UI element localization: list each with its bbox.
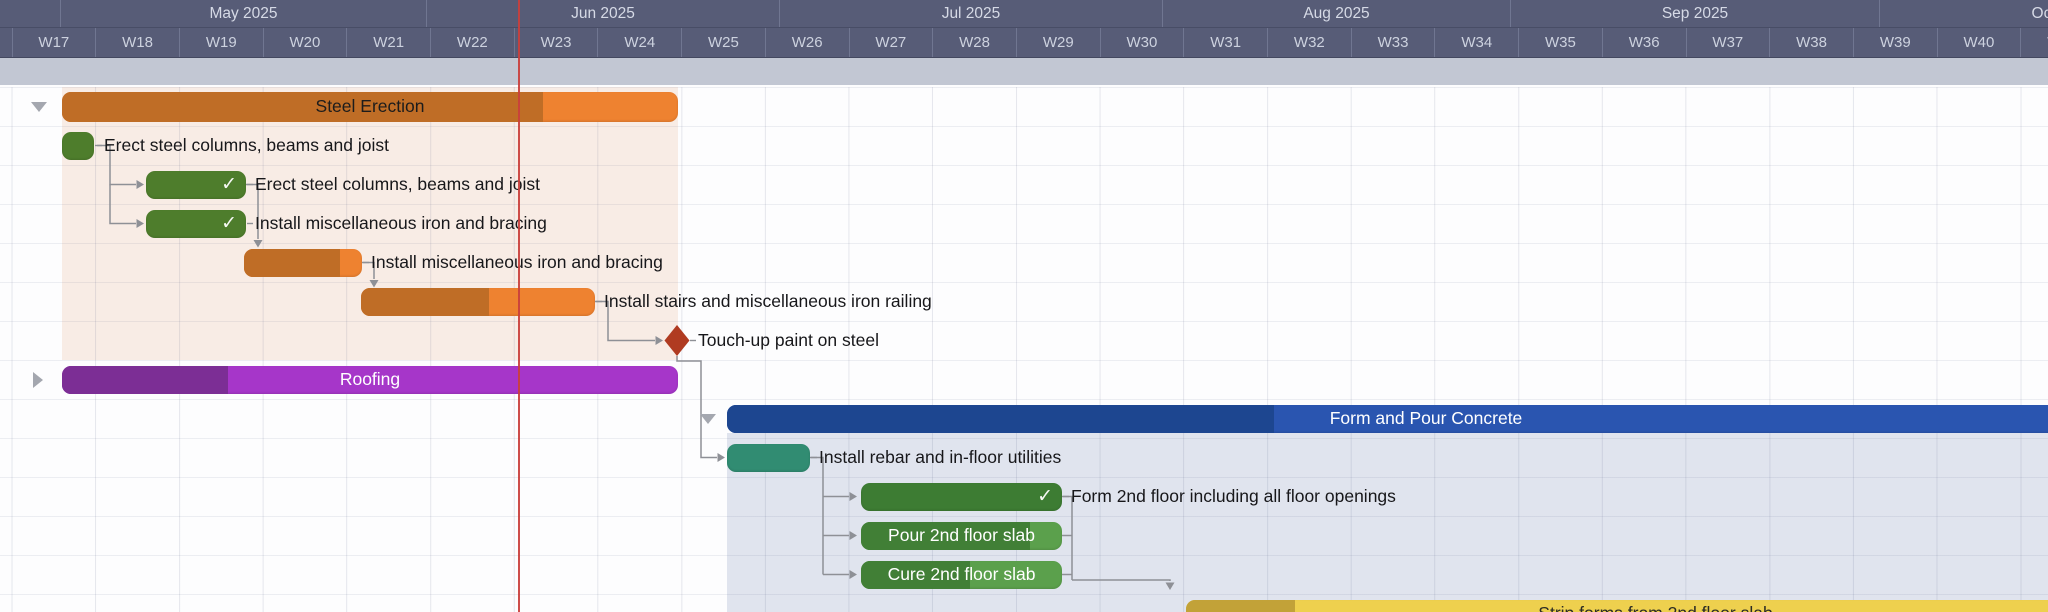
- task-bar[interactable]: Cure 2nd floor slab: [861, 561, 1062, 589]
- bar-label: Roofing: [62, 366, 678, 394]
- week-cell: W17: [12, 28, 96, 57]
- week-cell: W36: [1602, 28, 1686, 57]
- progress-fill: [244, 249, 340, 277]
- task-bar[interactable]: [244, 249, 362, 277]
- week-cell-stub: [0, 28, 12, 57]
- completed-check-icon: ✓: [221, 173, 237, 195]
- week-cell: W29: [1016, 28, 1100, 57]
- timeline-header: May 2025Jun 2025Jul 2025Aug 2025Sep 2025…: [0, 0, 2048, 57]
- task-label: Install stairs and miscellaneous iron ra…: [604, 291, 932, 312]
- group-bar[interactable]: Steel Erection: [62, 92, 678, 122]
- task-bar[interactable]: [361, 288, 595, 316]
- week-cell: W40: [1937, 28, 2021, 57]
- task-bar[interactable]: ✓: [861, 483, 1062, 511]
- week-cell: W28: [932, 28, 1016, 57]
- week-cell: W18: [95, 28, 179, 57]
- task-label: Install miscellaneous iron and bracing: [255, 213, 547, 234]
- bar-label: Strip forms from 2nd floor slab: [1186, 600, 2048, 612]
- task-label: Install miscellaneous iron and bracing: [371, 252, 663, 273]
- task-bar[interactable]: [727, 444, 810, 472]
- task-label: Install rebar and in-floor utilities: [819, 447, 1061, 468]
- week-cell: W22: [430, 28, 514, 57]
- task-bar[interactable]: Pour 2nd floor slab: [861, 522, 1062, 550]
- task-bar[interactable]: ✓: [146, 171, 246, 199]
- week-cell: W21: [346, 28, 430, 57]
- task-bar[interactable]: ✓: [146, 210, 246, 238]
- today-line: [518, 0, 520, 612]
- month-cell: [0, 0, 60, 27]
- week-cell: W19: [179, 28, 263, 57]
- week-cell: W27: [849, 28, 933, 57]
- week-cell: W33: [1351, 28, 1435, 57]
- task-label: Erect steel columns, beams and joist: [104, 135, 389, 156]
- month-cell: May 2025: [60, 0, 426, 27]
- week-cell: W20: [263, 28, 347, 57]
- bar-label: Pour 2nd floor slab: [861, 522, 1062, 550]
- week-cell: W24: [597, 28, 681, 57]
- milestone-diamond[interactable]: [665, 325, 690, 356]
- disclosure-down-icon[interactable]: [31, 102, 47, 112]
- week-cell: W23: [514, 28, 598, 57]
- week-cell: W34: [1434, 28, 1518, 57]
- month-cell: Oct 2025: [1879, 0, 2048, 27]
- week-cell: W41: [2020, 28, 2048, 57]
- task-label: Touch-up paint on steel: [698, 330, 879, 351]
- task-label: Erect steel columns, beams and joist: [255, 174, 540, 195]
- task-bar[interactable]: [62, 132, 94, 160]
- week-cell: W38: [1769, 28, 1853, 57]
- week-cell: W37: [1686, 28, 1770, 57]
- group-bar[interactable]: Roofing: [62, 366, 678, 394]
- week-cell: W31: [1183, 28, 1267, 57]
- progress-fill: [361, 288, 489, 316]
- week-cell: W39: [1853, 28, 1937, 57]
- group-bar[interactable]: Form and Pour Concrete: [727, 405, 2048, 433]
- disclosure-right-icon[interactable]: [33, 372, 43, 388]
- bar-label: Form and Pour Concrete: [727, 405, 2048, 433]
- month-cell: Aug 2025: [1162, 0, 1510, 27]
- task-bar[interactable]: Strip forms from 2nd floor slab: [1186, 600, 2048, 612]
- completed-check-icon: ✓: [1037, 485, 1053, 507]
- week-row: W17W18W19W20W21W22W23W24W25W26W27W28W29W…: [0, 28, 2048, 58]
- bar-label: Steel Erection: [62, 92, 678, 122]
- task-label: Form 2nd floor including all floor openi…: [1071, 486, 1396, 507]
- month-cell: Jul 2025: [779, 0, 1162, 27]
- completed-check-icon: ✓: [221, 212, 237, 234]
- month-cell: Jun 2025: [426, 0, 779, 27]
- gantt-view: Steel Erection Erect steel columns, beams…: [0, 0, 2048, 612]
- month-cell: Sep 2025: [1510, 0, 1879, 27]
- week-cell: W35: [1518, 28, 1602, 57]
- week-cell: W32: [1267, 28, 1351, 57]
- week-cell: W26: [765, 28, 849, 57]
- month-row: May 2025Jun 2025Jul 2025Aug 2025Sep 2025…: [0, 0, 2048, 28]
- week-cell: W30: [1100, 28, 1184, 57]
- disclosure-down-icon[interactable]: [700, 414, 716, 424]
- bar-label: Cure 2nd floor slab: [861, 561, 1062, 589]
- week-cell: W25: [681, 28, 765, 57]
